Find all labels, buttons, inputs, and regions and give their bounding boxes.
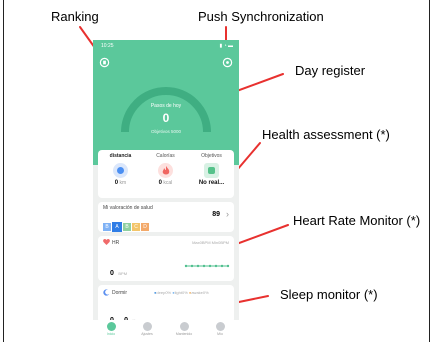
tool-icon [179, 322, 189, 331]
nav-profile-label: Mío [217, 332, 223, 336]
heart-rate-sparkline [184, 264, 230, 268]
sync-icon[interactable] [222, 57, 233, 68]
phone-screen: 10:25 ▮ ◔ ▬ Pasos de hoy 0 Objetivos 500… [93, 40, 239, 342]
stat-goals[interactable]: Objetivos No real... [189, 150, 234, 186]
grade-chip: C [132, 223, 140, 231]
sleep-label: Dormir [112, 290, 127, 296]
steps-value: 0 [162, 111, 170, 125]
moon-icon [103, 289, 110, 296]
steps-header: 10:25 ▮ ◔ ▬ Pasos de hoy 0 Objetivos 500… [93, 40, 239, 165]
stat-calories[interactable]: Calorías 0 kcal [143, 150, 188, 186]
steps-goal: Objetivos 5000 [150, 129, 182, 134]
steps-title: Pasos de hoy [150, 103, 182, 109]
home-icon [106, 322, 116, 331]
legend-awake: awake0% [191, 290, 209, 295]
heart-rate-card[interactable]: HR Max0BPM Min0BPM 0 BPM [98, 236, 234, 281]
health-score: 89 [212, 211, 220, 218]
chevron-right-icon: › [226, 209, 229, 219]
status-icons: ▮ ◔ ▬ [219, 43, 233, 49]
watch-icon [142, 322, 152, 331]
heart-icon [103, 239, 110, 245]
person-icon [215, 322, 225, 331]
grade-chip: D [141, 223, 149, 231]
grade-chip-active: A [112, 222, 122, 232]
distance-value: 0 [114, 180, 119, 186]
grade-chip: B [103, 223, 111, 231]
heart-rate-unit: BPM [118, 271, 128, 276]
status-time: 10:25 [101, 43, 114, 49]
tab-distance[interactable]: distancia [98, 153, 143, 159]
nav-maintained-label: Mantenido [175, 332, 193, 336]
distance-unit: km [119, 180, 127, 186]
nav-settings[interactable]: Ajustes [132, 322, 162, 336]
nav-profile[interactable]: Mío [205, 322, 235, 336]
nav-home-label: Inicio [106, 332, 116, 336]
goals-value: No real... [198, 180, 225, 186]
distance-icon [113, 163, 128, 178]
sleep-legend: ●deep0% ●light0% ●awake0% [154, 290, 209, 295]
target-icon [204, 163, 219, 178]
bottom-nav: Inicio Ajustes Mantenido Mío [93, 320, 239, 342]
calories-value: 0 [158, 180, 163, 186]
nav-home[interactable]: Inicio [96, 322, 126, 336]
calories-unit: kcal [163, 180, 173, 186]
heart-rate-range: Max0BPM Min0BPM [192, 240, 229, 245]
legend-light: light0% [174, 290, 188, 295]
stats-card: distancia 0 km Calorías 0 kcal Objetivos… [98, 150, 234, 198]
grade-chip: B [123, 223, 131, 231]
heart-rate-value: 0 [110, 270, 114, 277]
health-scale: BABCD [103, 215, 150, 233]
flame-icon [158, 163, 173, 178]
heart-rate-label: HR [112, 240, 120, 246]
stat-distance[interactable]: distancia 0 km [98, 150, 143, 186]
legend-deep: deep0% [156, 290, 172, 295]
tab-goals[interactable]: Objetivos [189, 153, 234, 159]
health-card[interactable]: Mi valoración de salud BABCD 89 › [98, 202, 234, 232]
nav-settings-label: Ajustes [141, 332, 153, 336]
nav-maintained[interactable]: Mantenido [169, 322, 199, 336]
sleep-card[interactable]: Dormir ●deep0% ●light0% ●awake0% 0 · 0 H [98, 285, 234, 324]
ranking-icon[interactable] [99, 57, 110, 68]
tab-calories[interactable]: Calorías [143, 153, 188, 159]
health-label: Mi valoración de salud [103, 205, 153, 211]
